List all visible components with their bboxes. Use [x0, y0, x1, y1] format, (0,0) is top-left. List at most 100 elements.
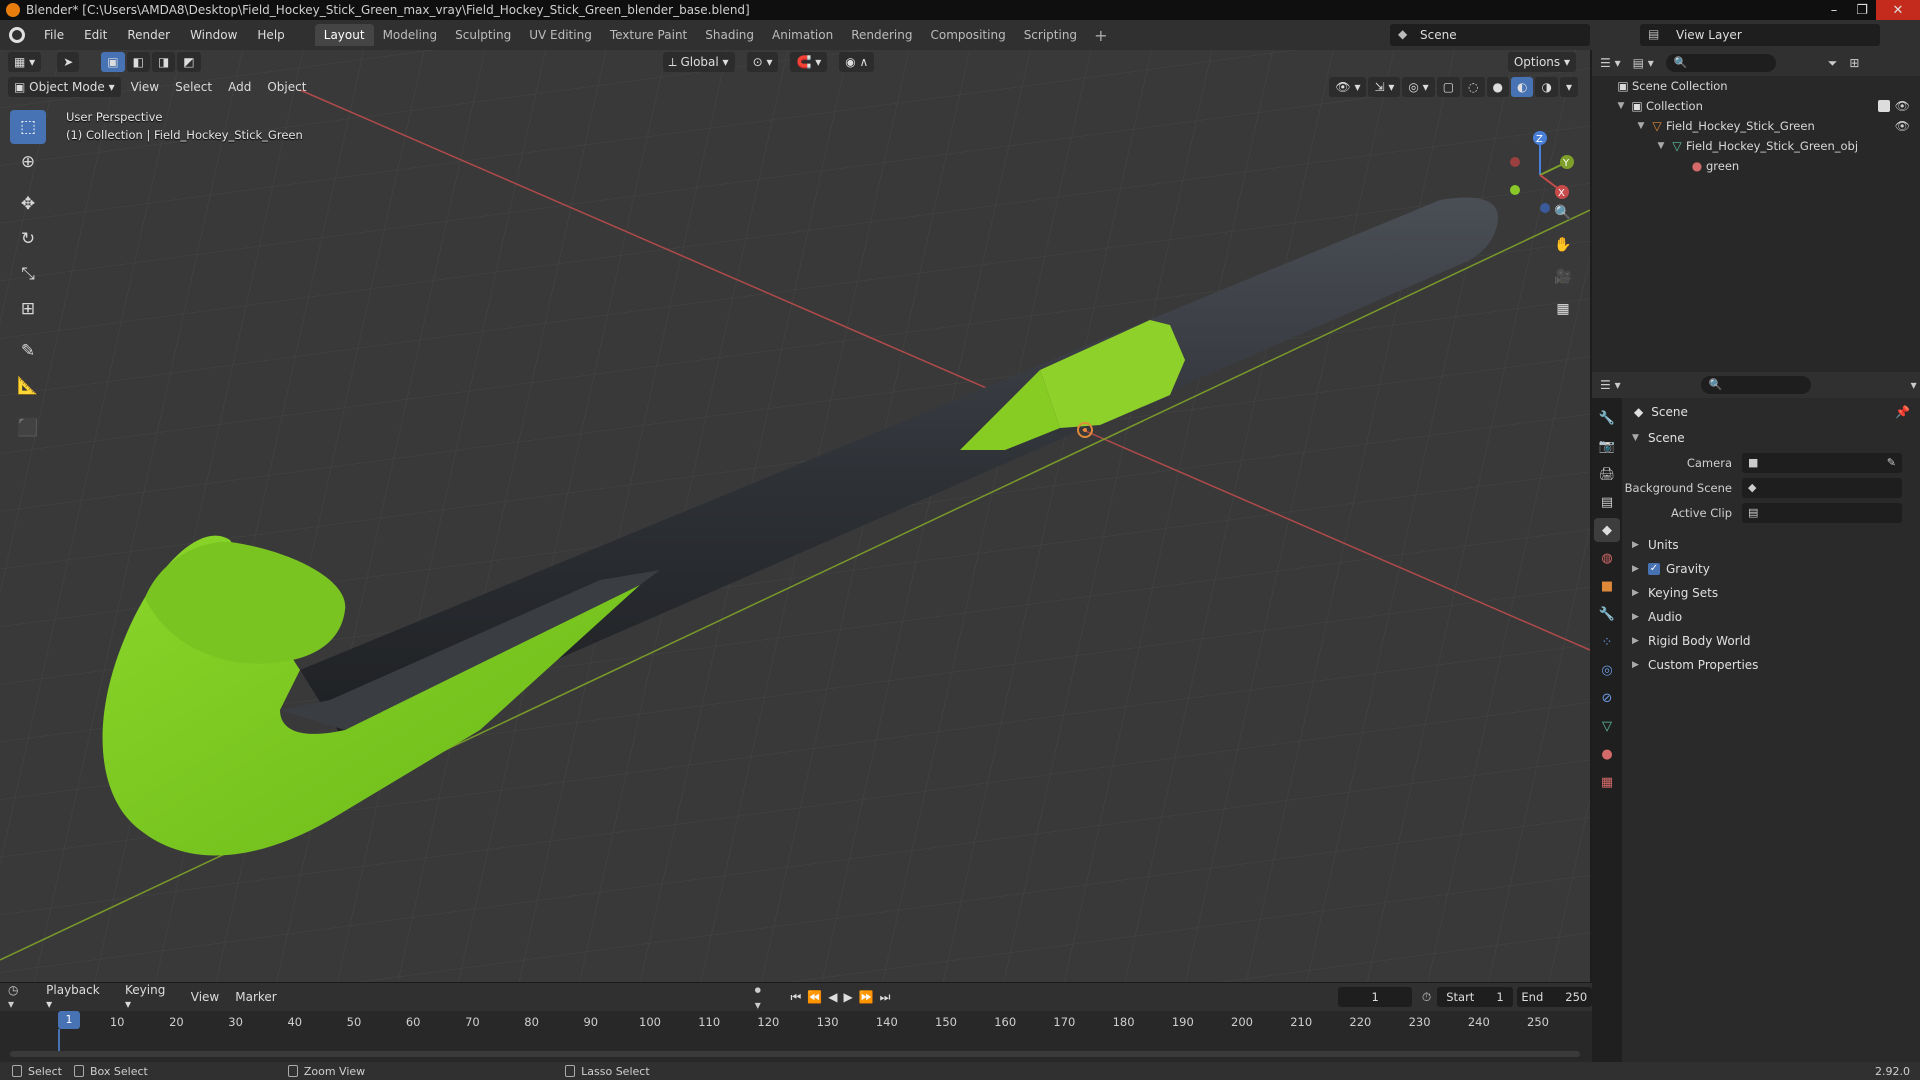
menu-render[interactable]: Render [117, 20, 180, 50]
select-box-tool-icon[interactable]: ⬚ [10, 110, 46, 144]
menu-file[interactable]: File [34, 20, 74, 50]
tree-material[interactable]: ● green [1592, 156, 1920, 176]
annotate-tool-icon[interactable]: ✎ [10, 334, 46, 368]
material-shading-icon[interactable]: ◐ [1511, 77, 1534, 97]
visibility-eye-icon[interactable]: 👁 [1895, 99, 1910, 113]
jump-keyframe-back-icon[interactable]: ⏪ [807, 990, 822, 1004]
tree-object[interactable]: ▼ ▽ Field_Hockey_Stick_Green 👁 [1592, 116, 1920, 136]
gizmo-toggle-icon[interactable]: ⇲ ▾ [1368, 77, 1401, 97]
properties-search-input[interactable]: 🔍 [1700, 376, 1811, 394]
tab-animation[interactable]: Animation [763, 24, 842, 46]
solid-shading-icon[interactable]: ● [1486, 77, 1509, 97]
scene-panel-header[interactable]: ▼ Scene [1624, 426, 1920, 450]
select-mode-invert-icon[interactable]: ◩ [177, 52, 201, 72]
new-collection-icon[interactable]: ⊞ [1849, 56, 1859, 70]
tab-layout[interactable]: Layout [314, 24, 374, 46]
audio-panel-header[interactable]: ▶ Audio [1624, 605, 1920, 629]
visibility-icon[interactable]: 👁 ▾ [1329, 77, 1367, 97]
physics-tab-icon[interactable]: ◎ [1594, 658, 1620, 682]
eyedropper-icon[interactable]: ✎ [1887, 456, 1896, 469]
end-frame-field[interactable]: End 250 [1516, 987, 1593, 1007]
menu-edit[interactable]: Edit [74, 20, 117, 50]
rigid-body-world-panel-header[interactable]: ▶ Rigid Body World [1624, 629, 1920, 653]
select-mode-subtract-icon[interactable]: ◨ [151, 52, 176, 72]
rotate-tool-icon[interactable]: ↻ [10, 222, 46, 256]
constraints-tab-icon[interactable]: ⊘ [1594, 686, 1620, 710]
keying-sets-panel-header[interactable]: ▶ Keying Sets [1624, 581, 1920, 605]
tab-sculpting[interactable]: Sculpting [446, 24, 520, 46]
menu-view[interactable]: View [123, 80, 167, 94]
filter-icon[interactable]: ⏷ [1828, 56, 1838, 71]
tab-compositing[interactable]: Compositing [921, 24, 1014, 46]
measure-tool-icon[interactable]: 📐 [10, 369, 46, 403]
gravity-checkbox[interactable]: ✓ [1648, 563, 1660, 575]
object-tab-icon[interactable]: ■ [1594, 574, 1620, 598]
tab-modeling[interactable]: Modeling [374, 24, 447, 46]
exclude-checkbox[interactable] [1878, 100, 1890, 112]
overlay-toggle-icon[interactable]: ◎ ▾ [1402, 77, 1435, 97]
cursor-tool-icon[interactable]: ⊕ [10, 145, 46, 179]
texture-tab-icon[interactable]: ▦ [1594, 770, 1620, 794]
properties-options-icon[interactable]: ▾ [1911, 378, 1917, 392]
rendered-shading-icon[interactable]: ◑ [1535, 77, 1558, 97]
menu-playback[interactable]: Playback ▾ [38, 983, 117, 1011]
scene-selector[interactable]: ◆ Scene [1390, 24, 1590, 46]
menu-select[interactable]: Select [167, 80, 220, 94]
snap-icon[interactable]: 🧲 ▾ [790, 52, 828, 72]
tree-mesh[interactable]: ▼ ▽ Field_Hockey_Stick_Green_obj [1592, 136, 1920, 156]
close-button[interactable]: ✕ [1876, 0, 1920, 20]
play-icon[interactable]: ▶ [843, 990, 852, 1004]
zoom-icon[interactable]: 🔍 [1550, 200, 1576, 226]
tab-texture-paint[interactable]: Texture Paint [601, 24, 696, 46]
add-workspace-icon[interactable]: + [1086, 26, 1115, 45]
scene-tab-icon[interactable]: ◆ [1594, 518, 1620, 542]
pan-hand-icon[interactable]: ✋ [1550, 232, 1576, 258]
menu-add[interactable]: Add [220, 80, 259, 94]
gizmo-neg-y-icon[interactable] [1510, 185, 1520, 195]
pivot-point-icon[interactable]: ⊙ ▾ [746, 52, 779, 72]
tab-scripting[interactable]: Scripting [1015, 24, 1086, 46]
gizmo-neg-z-icon[interactable] [1540, 203, 1550, 213]
menu-help[interactable]: Help [247, 20, 294, 50]
world-tab-icon[interactable]: ◍ [1594, 546, 1620, 570]
xray-toggle-icon[interactable]: ▢ [1436, 77, 1461, 97]
tree-collection[interactable]: ▼ ▣ Collection 👁 [1592, 96, 1920, 116]
menu-timeline-view[interactable]: View [183, 990, 227, 1004]
view-layer-selector[interactable]: ▤ View Layer [1640, 24, 1880, 46]
object-mode-dropdown[interactable]: ▣ Object Mode ▾ [8, 77, 121, 97]
render-tab-icon[interactable]: 📷 [1594, 434, 1620, 458]
blender-menu-icon[interactable] [0, 27, 34, 43]
outliner-editor-type-icon[interactable]: ☰ ▾ [1600, 56, 1621, 70]
menu-keying[interactable]: Keying ▾ [117, 983, 183, 1011]
auto-keying-icon[interactable]: ⏺ ▾ [755, 983, 771, 1012]
current-frame-field[interactable]: 1 [1338, 987, 1412, 1007]
editor-type-icon[interactable]: ▦ ▾ [8, 52, 42, 72]
data-tab-icon[interactable]: ▽ [1594, 714, 1620, 738]
maximize-button[interactable]: ❐ [1848, 0, 1876, 20]
custom-properties-panel-header[interactable]: ▶ Custom Properties [1624, 653, 1920, 677]
menu-object[interactable]: Object [259, 80, 314, 94]
visibility-eye-icon[interactable]: 👁 [1895, 119, 1910, 133]
output-tab-icon[interactable]: 🖨 [1594, 462, 1620, 486]
select-tool-icon[interactable]: ➤ [57, 52, 80, 72]
expand-arrow-icon[interactable]: ▼ [1654, 141, 1668, 151]
timeline-ruler[interactable]: 1102030405060708090100110120130140150160… [0, 1011, 1592, 1035]
timeline-editor-type-icon[interactable]: ◷ ▾ [8, 983, 28, 1011]
menu-marker[interactable]: Marker [227, 990, 284, 1004]
expand-arrow-icon[interactable]: ▼ [1614, 101, 1628, 111]
transform-tool-icon[interactable]: ⊞ [10, 292, 46, 326]
select-mode-extend-icon[interactable]: ◧ [126, 52, 150, 72]
options-dropdown[interactable]: Options ▾ [1507, 52, 1576, 72]
timeline-scrollbar[interactable] [10, 1051, 1580, 1057]
scale-tool-icon[interactable]: ⤡ [10, 257, 46, 291]
add-cube-tool-icon[interactable]: ⬛ [10, 411, 46, 445]
move-tool-icon[interactable]: ✥ [10, 187, 46, 221]
expand-arrow-icon[interactable]: ▼ [1634, 121, 1648, 131]
playhead[interactable]: 1 [58, 1011, 80, 1029]
tab-rendering[interactable]: Rendering [842, 24, 921, 46]
start-frame-field[interactable]: Start 1 [1437, 987, 1513, 1007]
active-clip-selector[interactable]: ▤ [1742, 502, 1902, 523]
gizmo-neg-x-icon[interactable] [1510, 157, 1520, 167]
outliner-search-input[interactable]: 🔍 [1665, 54, 1776, 72]
3d-viewport[interactable]: Z Y X ▦ ▾ ➤ ▣ ◧ ◨ ◩ ⟂ Global ▾ ⊙ ▾ 🧲 ▾ ◉… [0, 50, 1590, 982]
